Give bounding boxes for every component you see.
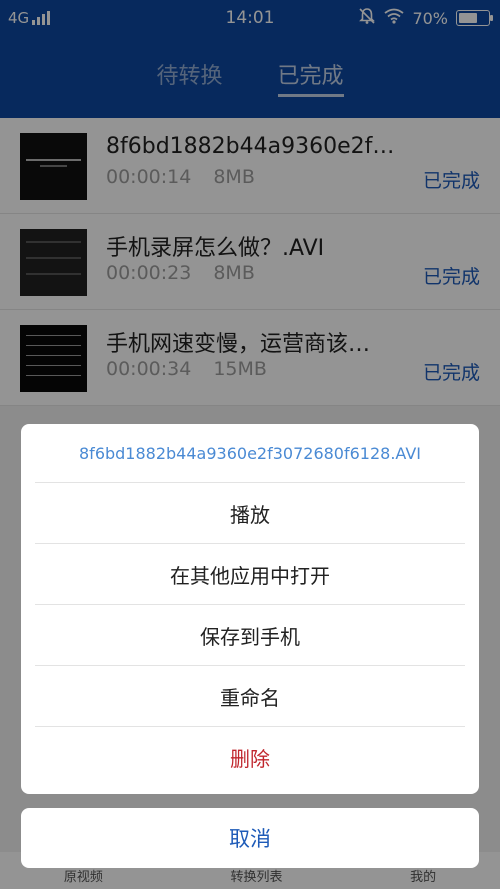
cancel-button[interactable]: 取消: [21, 808, 479, 868]
play-button[interactable]: 播放: [35, 483, 465, 544]
save-to-phone-button[interactable]: 保存到手机: [35, 605, 465, 666]
delete-button[interactable]: 删除: [35, 727, 465, 788]
open-in-other-app-button[interactable]: 在其他应用中打开: [35, 544, 465, 605]
action-sheet-title: 8f6bd1882b44a9360e2f3072680f6128.AVI: [35, 424, 465, 483]
action-sheet: 8f6bd1882b44a9360e2f3072680f6128.AVI 播放 …: [21, 424, 479, 794]
rename-button[interactable]: 重命名: [35, 666, 465, 727]
